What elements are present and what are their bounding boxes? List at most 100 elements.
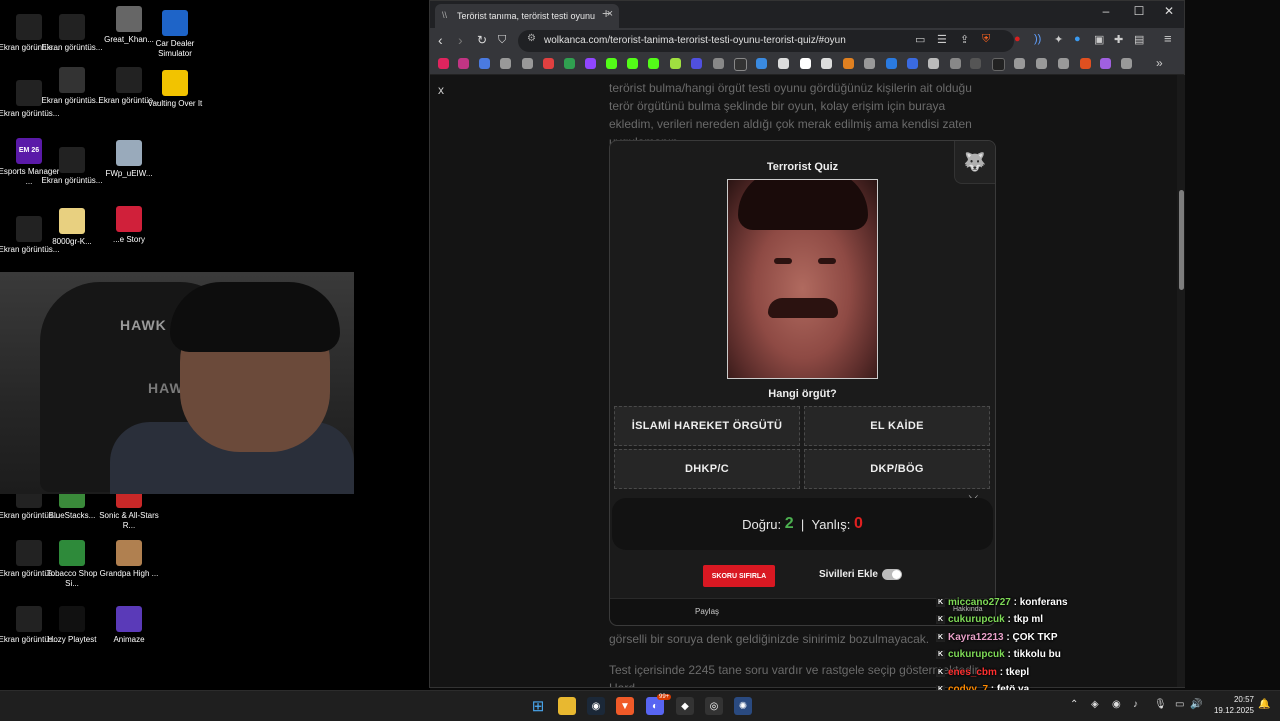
screenshot-icon — [59, 147, 85, 173]
sidebar-icon[interactable]: ▤ — [1134, 33, 1144, 46]
mic-icon[interactable]: 🎙 — [1154, 699, 1167, 710]
page-scrollbar[interactable] — [1177, 75, 1185, 687]
translate-bookmark-icon[interactable] — [479, 58, 490, 69]
youtube-bookmark-icon[interactable] — [438, 58, 449, 69]
instagram-bookmark-icon[interactable] — [458, 58, 469, 69]
puzzle-icon[interactable]: ✚ — [1114, 33, 1123, 46]
app-icon[interactable]: ✺ — [734, 697, 752, 715]
desktop-icon-label: Ekran görüntüs... — [41, 43, 103, 52]
site-info-icon[interactable]: ⚙ — [527, 33, 536, 44]
twitch-bookmark-icon[interactable] — [585, 58, 596, 69]
extension-icon[interactable]: ✦ — [1054, 33, 1063, 46]
desktop-icon[interactable]: Tobacco Shop Si... — [40, 540, 104, 589]
more-bookmarks-icon[interactable]: » — [1156, 56, 1163, 70]
tabs-icon[interactable]: ▣ — [1094, 33, 1104, 46]
kick-bookmark-icon[interactable] — [606, 58, 617, 69]
desktop-icon[interactable]: Car Dealer Simulator — [143, 10, 207, 59]
reader-icon[interactable]: ☰ — [937, 33, 947, 46]
start-icon[interactable]: ⊞ — [529, 697, 547, 715]
gmail-bookmark-icon[interactable] — [543, 58, 554, 69]
desktop-icon[interactable]: ...e Story — [97, 206, 161, 245]
vpn-icon[interactable]: ● — [1074, 33, 1081, 45]
reset-score-button[interactable]: SKORU SIFIRLA — [703, 565, 775, 587]
audio-tray-icon[interactable]: ♪ — [1133, 699, 1138, 710]
desktop-icon[interactable]: Ekran görüntüs... — [40, 67, 104, 106]
reload-icon[interactable]: ↻ — [477, 33, 487, 47]
amazon-bookmark-icon[interactable] — [821, 58, 832, 69]
civilians-toggle[interactable] — [882, 569, 902, 580]
bookmark-icon[interactable] — [928, 58, 939, 69]
forward-icon[interactable]: › — [458, 32, 463, 48]
desktop-icon[interactable]: Vaulting Over It — [143, 70, 207, 109]
menu-icon[interactable]: ≡ — [1164, 31, 1172, 46]
back-icon[interactable]: ‹ — [438, 32, 443, 48]
maximize-icon[interactable]: ☐ — [1124, 4, 1154, 18]
share-icon[interactable]: ⇪ — [960, 33, 969, 46]
answer-option-3[interactable]: DHKP/C — [614, 449, 800, 489]
globe-bookmark-icon[interactable] — [522, 58, 533, 69]
bookmark-icon[interactable] — [1100, 58, 1111, 69]
steam-icon[interactable]: ◉ — [587, 697, 605, 715]
volume-icon[interactable]: 🔊 — [1190, 699, 1202, 710]
desktop-icon[interactable]: Grandpa High ... — [97, 540, 161, 579]
bookmark-icon[interactable]: ⛉ — [498, 34, 506, 47]
bookmark-icon[interactable] — [950, 58, 961, 69]
drive-bookmark-icon[interactable] — [564, 58, 575, 69]
x-bookmark-icon[interactable] — [734, 58, 747, 71]
desktop-icon[interactable]: FWp_uEIW... — [97, 140, 161, 179]
kick-bookmark-icon[interactable] — [648, 58, 659, 69]
bookmark-icon[interactable] — [886, 58, 897, 69]
bookmark-icon[interactable] — [778, 58, 789, 69]
globe-bookmark-icon[interactable] — [1014, 58, 1025, 69]
globe-bookmark-icon[interactable] — [1121, 58, 1132, 69]
minimize-icon[interactable]: – — [1091, 4, 1121, 18]
cast-icon[interactable]: ▭ — [915, 33, 925, 46]
bookmark-icon[interactable] — [843, 58, 854, 69]
epic-games-icon[interactable]: ◆ — [676, 697, 694, 715]
answer-option-4[interactable]: DKP/BÖG — [804, 449, 990, 489]
desktop-icon[interactable]: Ekran görüntüs... — [40, 147, 104, 186]
globe-bookmark-icon[interactable] — [1058, 58, 1069, 69]
tray-expand-icon[interactable]: ⌃ — [1070, 699, 1078, 710]
desktop-icon[interactable]: 8000gr-K... — [40, 208, 104, 247]
window-close-icon[interactable]: ✕ — [1154, 4, 1184, 18]
new-tab-button[interactable]: + — [602, 5, 610, 21]
reddit-bookmark-icon[interactable] — [1080, 58, 1091, 69]
shield-icon[interactable]: ⛨ — [982, 33, 990, 46]
screenshot-icon — [116, 67, 142, 93]
obs-icon[interactable]: ◎ — [705, 697, 723, 715]
bookmark-icon[interactable] — [992, 58, 1005, 71]
bookmark-icon[interactable] — [691, 58, 702, 69]
clock[interactable]: 20:57 19.12.2025 — [1208, 694, 1254, 716]
notifications-icon[interactable]: 🔔 — [1258, 699, 1270, 710]
answer-option-2[interactable]: EL KAİDE — [804, 406, 990, 446]
bookmark-icon[interactable] — [756, 58, 767, 69]
file-explorer-icon[interactable] — [558, 697, 576, 715]
wrong-count: 0 — [853, 515, 863, 532]
desktop-icon[interactable]: Ekran görüntüs... — [40, 14, 104, 53]
tab-active[interactable]: \\ Terörist tanıma, terörist testi oyunu… — [435, 4, 619, 28]
bookmark-icon[interactable] — [970, 58, 981, 69]
desktop-icon[interactable]: Animaze — [97, 606, 161, 645]
wolf-avatar-icon[interactable]: 🐺 — [954, 141, 995, 184]
bookmark-icon[interactable] — [670, 58, 681, 69]
kick-bookmark-icon[interactable] — [627, 58, 638, 69]
brave-icon[interactable]: ▼ — [616, 697, 634, 715]
tray-app-icon[interactable]: ◈ — [1091, 699, 1099, 710]
screenshot-icon — [59, 67, 85, 93]
bookmark-icon[interactable] — [713, 58, 724, 69]
close-overlay-button[interactable]: x — [438, 83, 444, 97]
desktop-icon[interactable]: Hozy Playtest — [40, 606, 104, 645]
audio-icon[interactable]: )) — [1034, 33, 1041, 45]
globe-bookmark-icon[interactable] — [864, 58, 875, 69]
scrollbar-thumb[interactable] — [1179, 190, 1184, 290]
steam-tray-icon[interactable]: ◉ — [1112, 699, 1121, 710]
answer-option-1[interactable]: İSLAMİ HAREKET ÖRGÜTÜ — [614, 406, 800, 446]
bookmark-icon[interactable] — [907, 58, 918, 69]
network-icon[interactable]: ▭ — [1175, 699, 1184, 710]
share-button[interactable]: Paylaş — [695, 607, 719, 616]
ublock-icon[interactable]: ● — [1014, 33, 1021, 45]
globe-bookmark-icon[interactable] — [500, 58, 511, 69]
patreon-bookmark-icon[interactable] — [800, 58, 811, 69]
globe-bookmark-icon[interactable] — [1036, 58, 1047, 69]
